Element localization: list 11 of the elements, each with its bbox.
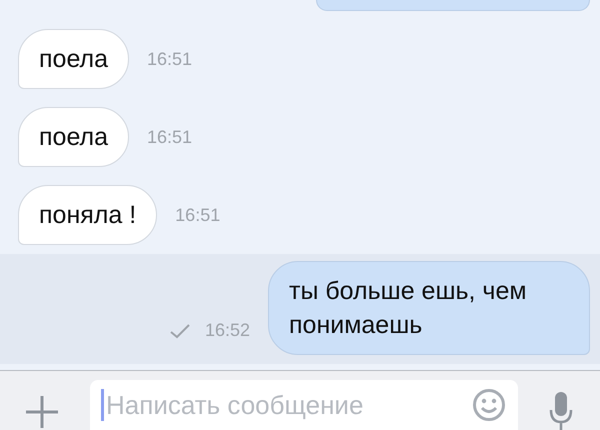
message-time: 16:52	[204, 320, 250, 341]
message-bubble: поняла !	[18, 185, 158, 245]
microphone-icon[interactable]	[548, 390, 574, 430]
message-bubble: ты больше ешь, чем понимаешь	[268, 261, 590, 355]
message-time: 16:51	[147, 48, 192, 70]
message-time: 16:51	[147, 126, 192, 148]
smiley-icon[interactable]	[472, 388, 506, 422]
message-time: 16:51	[175, 204, 220, 226]
message-bubble: поела	[18, 29, 130, 89]
message-bubble: поела	[18, 107, 130, 167]
message-input-field[interactable]: Написать сообщение	[90, 380, 518, 430]
